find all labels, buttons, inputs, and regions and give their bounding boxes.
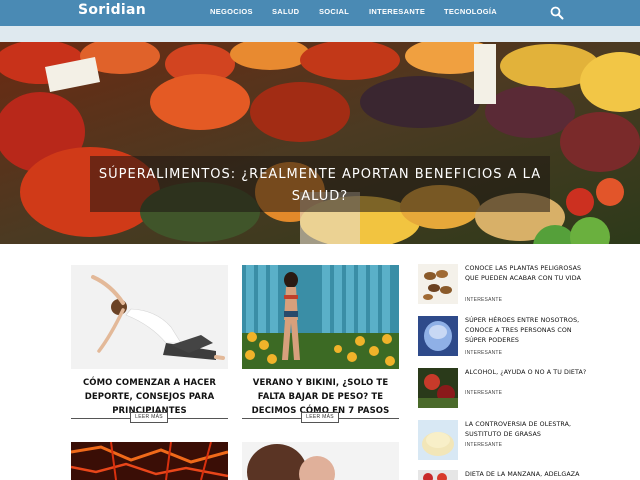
category-tag[interactable]: INTERESANTE (465, 442, 502, 448)
sidebar-item-plantas[interactable]: Conoce las plantas peligrosas que pueden… (418, 264, 588, 308)
card-image-people[interactable] (242, 442, 399, 480)
hero-title[interactable]: Súperalimentos: ¿Realmente aportan benef… (90, 164, 550, 208)
sidebar-item-alcohol[interactable]: Alcohol, ¿ayuda o no a tu dieta? INTERES… (418, 368, 588, 412)
thumbnail-drink (418, 368, 458, 408)
sidebar-item-title[interactable]: Súper héroes entre nosotros, conoce a tr… (465, 316, 588, 346)
category-tag[interactable]: INTERESANTE (465, 297, 502, 303)
sidebar-item-olestra[interactable]: La controversia de Olestra, sustituto de… (418, 420, 588, 464)
sub-header-bar (0, 26, 640, 42)
bikini-woman-image (242, 265, 399, 369)
sidebar-item-title[interactable]: Dieta de la manzana, adelgaza (465, 470, 588, 480)
nav-item-social[interactable]: SOCIAL (319, 7, 349, 16)
hero-image-market-produce (0, 42, 640, 244)
yoga-stretch-image (71, 265, 228, 369)
thumbnail-seeds (418, 264, 458, 304)
thumbnail-apples (418, 470, 458, 480)
sidebar-item-manzana[interactable]: Dieta de la manzana, adelgaza (418, 470, 588, 480)
search-icon[interactable] (550, 6, 564, 20)
card-image-yoga[interactable] (71, 265, 228, 369)
sidebar-item-title[interactable]: La controversia de Olestra, sustituto de… (465, 420, 588, 440)
people-image (242, 442, 399, 480)
category-tag[interactable]: INTERESANTE (465, 390, 502, 396)
card-image-bikini[interactable] (242, 265, 399, 369)
category-tag[interactable]: INTERESANTE (465, 350, 502, 356)
read-more-button[interactable]: LEER MÁS (130, 412, 168, 423)
sidebar-item-superheroes[interactable]: Súper héroes entre nosotros, conoce a tr… (418, 316, 588, 360)
sidebar-item-title[interactable]: Conoce las plantas peligrosas que pueden… (465, 264, 588, 284)
read-more-button[interactable]: LEER MÁS (301, 412, 339, 423)
sidebar-item-title[interactable]: Alcohol, ¿ayuda o no a tu dieta? (465, 368, 588, 378)
nav-item-tecnologia[interactable]: TECNOLOGÍA (444, 7, 497, 16)
nav-item-salud[interactable]: SALUD (272, 7, 299, 16)
top-navigation-bar: Soridian NEGOCIOS SALUD SOCIAL INTERESAN… (0, 0, 640, 26)
lava-image (71, 442, 228, 480)
card-image-lava[interactable] (71, 442, 228, 480)
nav-item-negocios[interactable]: NEGOCIOS (210, 7, 253, 16)
hero-banner[interactable]: Súperalimentos: ¿Realmente aportan benef… (0, 42, 640, 244)
site-logo[interactable]: Soridian (78, 2, 146, 18)
thumbnail-butter (418, 420, 458, 460)
nav-item-interesante[interactable]: INTERESANTE (369, 7, 425, 16)
thumbnail-brain (418, 316, 458, 356)
